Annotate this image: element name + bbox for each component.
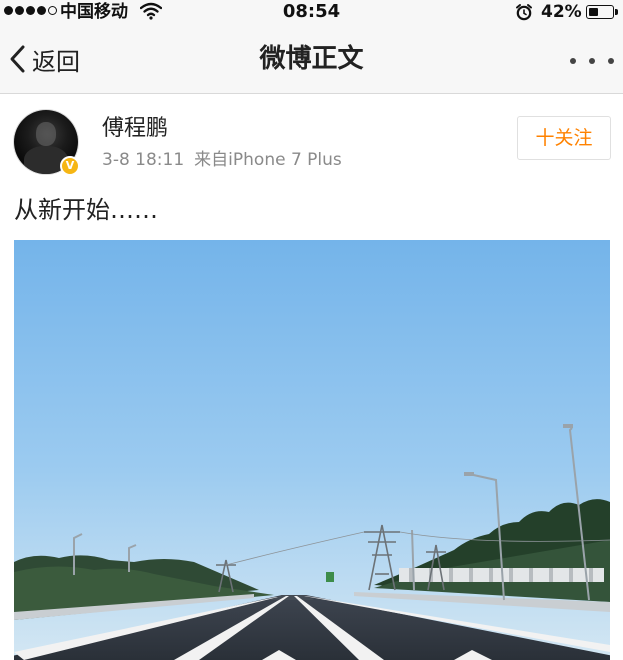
avatar-face — [36, 122, 56, 146]
page-title: 微博正文 — [259, 44, 364, 74]
post-meta: 3-8 18:11 来自iPhone 7 Plus — [102, 148, 342, 172]
follow-button[interactable]: 十关注 — [517, 116, 611, 160]
battery-level-fill — [588, 7, 598, 16]
more-dots-icon — [589, 58, 595, 64]
more-dots-icon — [570, 58, 576, 64]
post-username[interactable]: 傅程鹏 — [102, 114, 168, 144]
more-dots-icon — [608, 58, 614, 64]
post-date: 3-8 18:11 — [102, 150, 185, 170]
alarm-icon — [516, 4, 532, 21]
verified-badge-icon: V — [60, 156, 80, 176]
battery-percentage: 42% — [541, 2, 582, 22]
battery-tip — [615, 9, 618, 15]
highway-road-photo — [14, 240, 610, 660]
post-text: 从新开始…… — [14, 196, 158, 224]
status-bar: 中国移动 08:54 42% — [0, 0, 623, 24]
post-source: 来自iPhone 7 Plus — [194, 150, 342, 170]
navigation-bar: 返回 微博正文 — [0, 24, 623, 94]
battery-icon — [586, 5, 614, 19]
post-image[interactable] — [14, 240, 610, 660]
more-options-button[interactable] — [570, 54, 614, 68]
